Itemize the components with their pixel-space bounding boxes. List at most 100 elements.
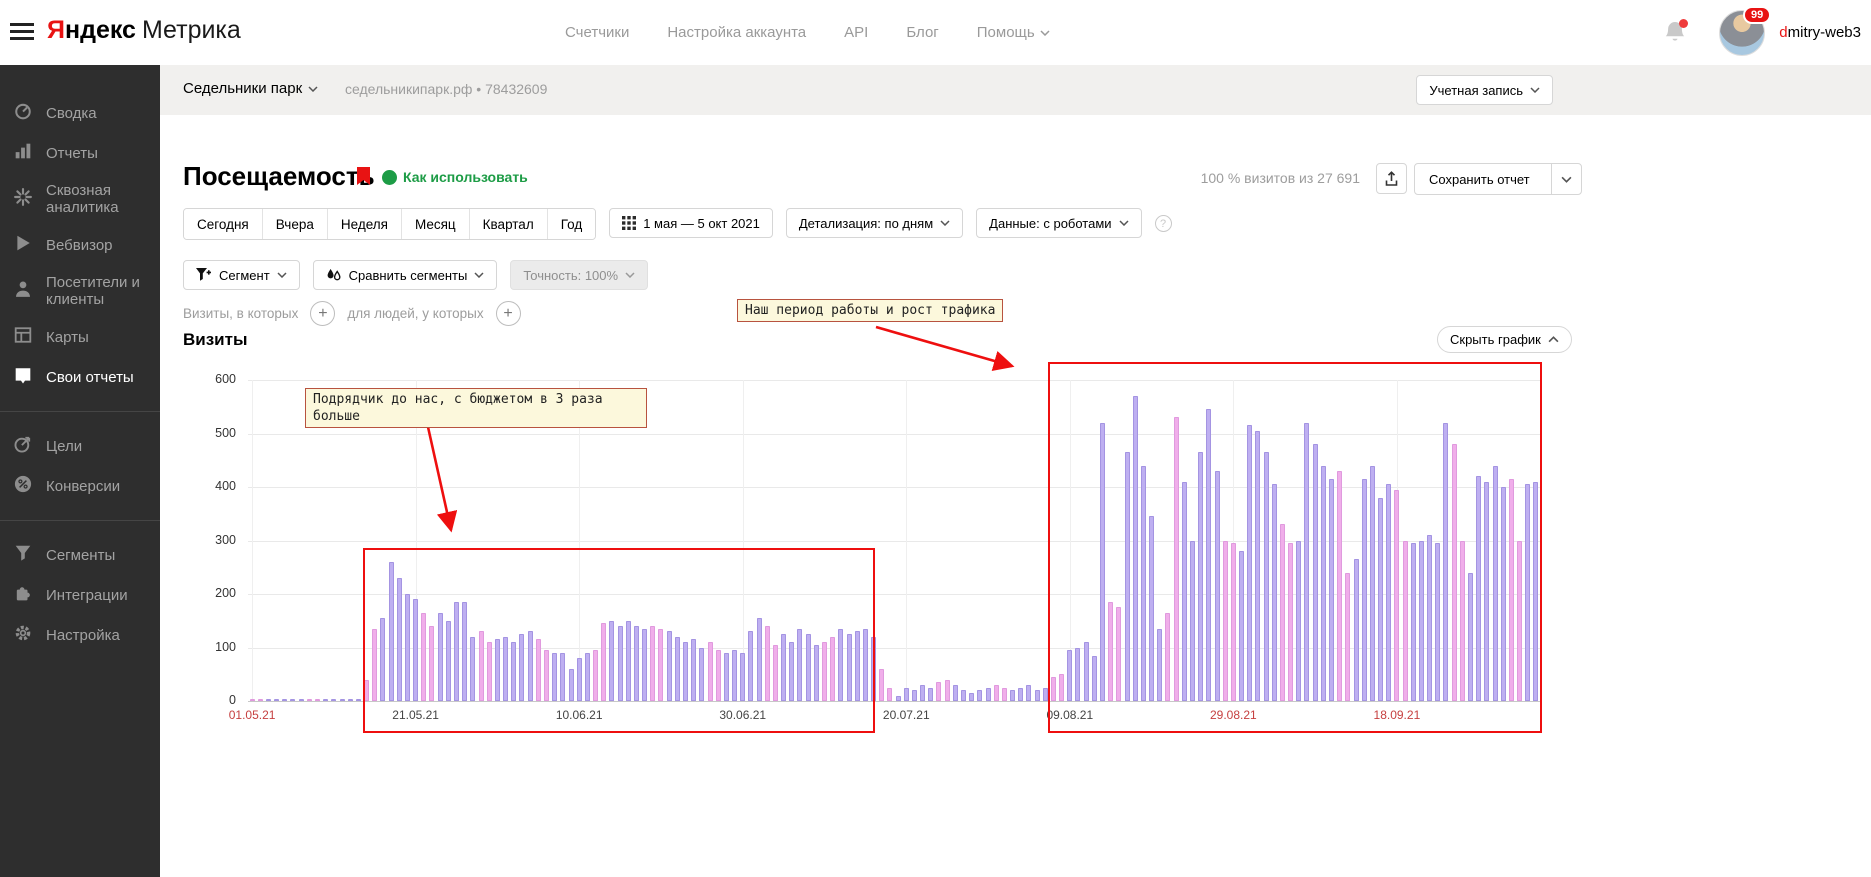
period-tab-квартал[interactable]: Квартал bbox=[468, 209, 547, 239]
sidebar-item-cross-analytics[interactable]: Сквозная аналитика bbox=[0, 173, 160, 225]
sidebar-item-visitors[interactable]: Посетители и клиенты bbox=[0, 265, 160, 317]
top-nav-item[interactable]: Настройка аккаунта bbox=[667, 24, 806, 41]
period-filter-row: Сегодня Вчера Неделя Месяц Квартал Год 1 мая … bbox=[183, 208, 1172, 240]
chart-bar[interactable] bbox=[936, 682, 942, 701]
visits-bar-chart[interactable]: 01.05.21 21.05.21 10.06.21 30.06.21 20.07.21… bbox=[229, 362, 1542, 733]
chart-bar[interactable] bbox=[1018, 687, 1024, 701]
user-avatar[interactable]: 99 bbox=[1719, 5, 1772, 56]
chart-bar[interactable] bbox=[993, 684, 999, 701]
how-to-use-link[interactable]: i Как использовать bbox=[382, 169, 528, 185]
top-nav-item[interactable]: API bbox=[844, 24, 868, 41]
page-title: Посещаемость bbox=[183, 161, 375, 191]
previous-contractor-period-box bbox=[363, 548, 875, 733]
notifications-bell-icon[interactable] bbox=[1663, 18, 1689, 46]
chart-bar[interactable] bbox=[911, 690, 917, 701]
chart-bar[interactable] bbox=[257, 698, 263, 701]
sidebar-item-goals[interactable]: Цели bbox=[0, 426, 160, 466]
chart-bar[interactable] bbox=[347, 698, 353, 701]
chart-bar[interactable] bbox=[1001, 687, 1007, 701]
top-nav-item[interactable]: Блог bbox=[906, 24, 938, 41]
hide-chart-button[interactable]: Скрыть график bbox=[1437, 326, 1572, 353]
chart-bar[interactable] bbox=[274, 698, 280, 701]
account-button[interactable]: Учетная запись bbox=[1416, 75, 1553, 105]
period-tab-неделя[interactable]: Неделя bbox=[326, 209, 401, 239]
hamburger-menu-icon[interactable] bbox=[10, 23, 34, 41]
sidebar: Сводка Отчеты Сквозная аналитика Вебвизор По… bbox=[0, 65, 160, 877]
add-people-condition-button[interactable]: + bbox=[495, 301, 521, 326]
top-nav-item[interactable]: Счетчики bbox=[565, 24, 629, 41]
droplets-icon bbox=[327, 268, 341, 280]
chart-bar[interactable] bbox=[887, 687, 893, 701]
add-visit-condition-button[interactable]: + bbox=[310, 301, 336, 326]
chart-bar[interactable] bbox=[315, 698, 320, 701]
chart-bar[interactable] bbox=[290, 698, 296, 701]
sidebar-item-maps[interactable]: Карты bbox=[0, 317, 160, 357]
sidebar-item-settings[interactable]: Настройка bbox=[0, 615, 160, 655]
chart-bar[interactable] bbox=[969, 692, 975, 701]
chart-bar[interactable] bbox=[282, 698, 288, 701]
dashboard-icon bbox=[14, 102, 32, 124]
chart-bar[interactable] bbox=[879, 668, 885, 701]
sidebar-item-reports[interactable]: Отчеты bbox=[0, 133, 160, 173]
chart-bar[interactable] bbox=[1026, 684, 1032, 701]
sidebar-item-label: Конверсии bbox=[46, 477, 121, 495]
chart-bar[interactable] bbox=[339, 698, 345, 701]
period-tab-год[interactable]: Год bbox=[546, 209, 596, 239]
chart-bar[interactable] bbox=[265, 698, 271, 701]
sidebar-item-webvisor[interactable]: Вебвизор bbox=[0, 225, 160, 265]
bookmark-icon[interactable] bbox=[356, 167, 371, 186]
x-axis-tick-label: 01.05.21 bbox=[228, 708, 276, 722]
sidebar-item-label: Отчеты bbox=[46, 144, 98, 162]
sidebar-item-label: Сводка bbox=[46, 104, 97, 122]
chart-bar[interactable] bbox=[961, 690, 966, 701]
visitors-icon bbox=[14, 280, 32, 302]
period-tab-месяц[interactable]: Месяц bbox=[400, 209, 469, 239]
period-tab-сегодня[interactable]: Сегодня bbox=[184, 209, 262, 239]
top-nav-item[interactable]: Помощь bbox=[977, 24, 1050, 41]
counter-selector[interactable]: Седельники парк bbox=[183, 80, 318, 97]
data-robots-dropdown[interactable]: Данные: с роботами bbox=[976, 208, 1142, 238]
chart-bar[interactable] bbox=[928, 687, 934, 701]
date-range-button[interactable]: 1 мая — 5 окт 2021 bbox=[609, 208, 773, 238]
visit-condition-row: Визиты, в которых + для людей, у которых… bbox=[183, 301, 521, 326]
sidebar-item-dashboard[interactable]: Сводка bbox=[0, 93, 160, 133]
accuracy-button[interactable]: Точность: 100% bbox=[510, 260, 649, 290]
chart-bar[interactable] bbox=[1034, 690, 1040, 701]
chart-bar[interactable] bbox=[977, 690, 983, 701]
sidebar-item-segments[interactable]: Сегменты bbox=[0, 535, 160, 575]
username[interactable]: dmitry-web3 bbox=[1779, 24, 1861, 41]
chart-bar[interactable] bbox=[249, 698, 255, 701]
annotation-note-contractor: Подрядчик до нас, с бюджетом в 3 раза бо… bbox=[305, 388, 647, 428]
compare-segments-button[interactable]: Сравнить сегменты bbox=[312, 260, 498, 290]
chart-bar[interactable] bbox=[985, 687, 991, 701]
help-question-icon[interactable]: ? bbox=[1154, 215, 1172, 232]
sidebar-item-conversions[interactable]: Конверсии bbox=[0, 466, 160, 506]
chart-bar[interactable] bbox=[323, 698, 329, 701]
sidebar-item-my-reports[interactable]: Свои отчеты bbox=[0, 357, 160, 397]
chart-bar[interactable] bbox=[1010, 690, 1016, 701]
period-tab-вчера[interactable]: Вчера bbox=[261, 209, 327, 239]
annotation-note-our-period: Наш период работы и рост трафика bbox=[737, 299, 1004, 322]
chart-bar[interactable] bbox=[895, 695, 901, 701]
our-work-period-box bbox=[1048, 362, 1542, 733]
save-report-button[interactable]: Сохранить отчет bbox=[1414, 163, 1582, 195]
chevron-down-icon bbox=[308, 85, 318, 92]
yandex-metrica-app: Яндекс Метрика Счетчики Настройка аккаунта… bbox=[0, 0, 1871, 877]
chart-bar[interactable] bbox=[306, 698, 312, 701]
save-report-dropdown[interactable] bbox=[1550, 164, 1581, 194]
chart-bar[interactable] bbox=[944, 679, 950, 701]
logo[interactable]: Яндекс Метрика bbox=[47, 16, 241, 45]
chart-bar[interactable] bbox=[920, 684, 926, 701]
chart-bar[interactable] bbox=[355, 698, 361, 701]
chart-bar[interactable] bbox=[952, 684, 958, 701]
sidebar-item-integrations[interactable]: Интеграции bbox=[0, 575, 160, 615]
detail-dropdown[interactable]: Детализация: по дням bbox=[785, 208, 964, 238]
my-reports-icon bbox=[14, 366, 32, 388]
calendar-grid-icon bbox=[622, 216, 637, 230]
chart-bar[interactable] bbox=[331, 698, 337, 701]
chart-bar[interactable] bbox=[903, 687, 909, 701]
export-button[interactable] bbox=[1376, 163, 1407, 194]
segment-button[interactable]: Сегмент bbox=[183, 260, 300, 290]
sidebar-divider bbox=[0, 411, 160, 412]
chart-bar[interactable] bbox=[298, 698, 304, 701]
